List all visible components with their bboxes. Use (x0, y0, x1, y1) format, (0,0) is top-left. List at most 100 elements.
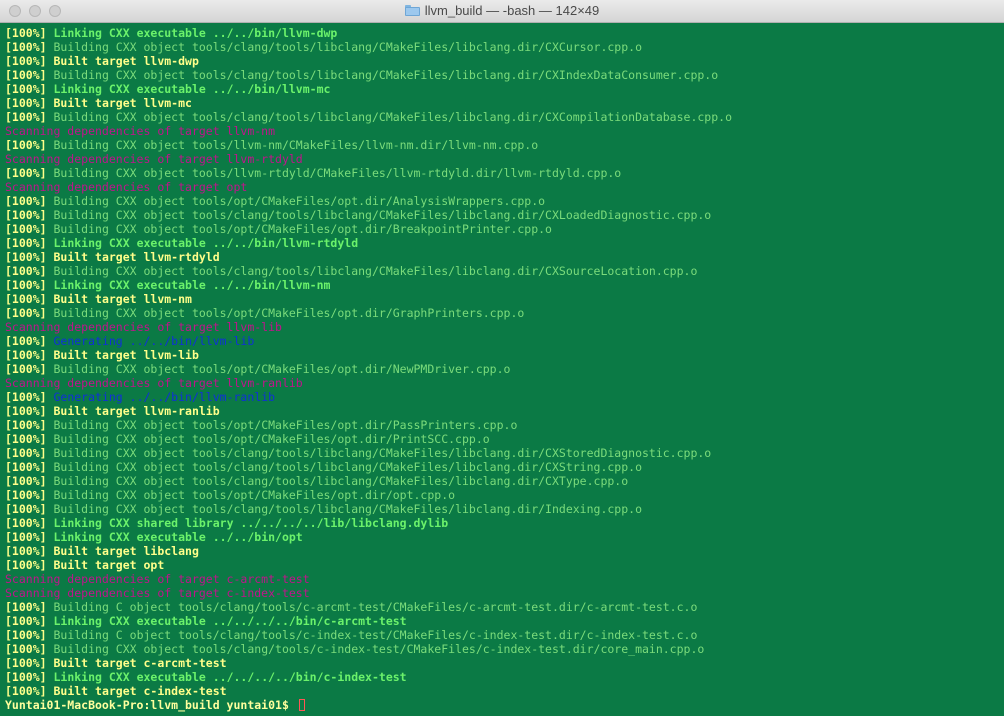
line-text: Building CXX object tools/clang/tools/c-… (53, 642, 705, 656)
progress-prefix: [100%] (5, 348, 47, 362)
progress-prefix: [100%] (5, 222, 47, 236)
progress-prefix: [100%] (5, 460, 47, 474)
progress-prefix: [100%] (5, 684, 47, 698)
progress-prefix: [100%] (5, 138, 47, 152)
line-text: Linking CXX executable ../../bin/llvm-dw… (53, 26, 338, 40)
terminal-line: [100%] Building CXX object tools/opt/CMa… (5, 306, 1004, 320)
terminal-line: [100%] Building CXX object tools/opt/CMa… (5, 362, 1004, 376)
line-text: Building CXX object tools/clang/tools/li… (53, 474, 629, 488)
terminal-line: [100%] Built target llvm-lib (5, 348, 1004, 362)
terminal-line: [100%] Building CXX object tools/clang/t… (5, 460, 1004, 474)
terminal-line: [100%] Generating ../../bin/llvm-lib (5, 334, 1004, 348)
line-text: Building CXX object tools/opt/CMakeFiles… (53, 194, 546, 208)
terminal-line: [100%] Building CXX object tools/clang/t… (5, 110, 1004, 124)
terminal-line: Scanning dependencies of target llvm-nm (5, 124, 1004, 138)
terminal-line: [100%] Built target libclang (5, 544, 1004, 558)
terminal-line: [100%] Building CXX object tools/opt/CMa… (5, 418, 1004, 432)
line-text: Generating ../../bin/llvm-ranlib (53, 390, 276, 404)
terminal-line: [100%] Linking CXX executable ../../bin/… (5, 236, 1004, 250)
terminal-line: [100%] Building CXX object tools/llvm-nm… (5, 138, 1004, 152)
terminal-line: [100%] Building C object tools/clang/too… (5, 628, 1004, 642)
terminal-line: [100%] Building CXX object tools/clang/t… (5, 68, 1004, 82)
line-text: Built target c-arcmt-test (53, 656, 227, 670)
progress-prefix: [100%] (5, 544, 47, 558)
terminal-line: [100%] Building CXX object tools/clang/t… (5, 446, 1004, 460)
progress-prefix: [100%] (5, 446, 47, 460)
line-text: Linking CXX executable ../../../../bin/c… (53, 614, 407, 628)
line-text: Building CXX object tools/clang/tools/li… (53, 40, 642, 54)
terminal-line: Scanning dependencies of target c-arcmt-… (5, 572, 1004, 586)
line-text: Building C object tools/clang/tools/c-ar… (53, 600, 698, 614)
line-text: Building CXX object tools/opt/CMakeFiles… (53, 306, 525, 320)
terminal-line: [100%] Linking CXX executable ../../../.… (5, 670, 1004, 684)
terminal-line: [100%] Building CXX object tools/opt/CMa… (5, 222, 1004, 236)
line-text: Building C object tools/clang/tools/c-in… (53, 628, 698, 642)
terminal-line: [100%] Built target llvm-nm (5, 292, 1004, 306)
line-text: Building CXX object tools/clang/tools/li… (53, 502, 642, 516)
line-text: Building CXX object tools/clang/tools/li… (53, 68, 719, 82)
line-text: Generating ../../bin/llvm-lib (53, 334, 255, 348)
terminal-line: [100%] Building CXX object tools/opt/CMa… (5, 194, 1004, 208)
progress-prefix: [100%] (5, 390, 47, 404)
progress-prefix: [100%] (5, 82, 47, 96)
terminal-line: [100%] Linking CXX executable ../../bin/… (5, 278, 1004, 292)
progress-prefix: [100%] (5, 530, 47, 544)
terminal-line: [100%] Building CXX object tools/clang/t… (5, 642, 1004, 656)
terminal-line: [100%] Building CXX object tools/clang/t… (5, 208, 1004, 222)
terminal-line: [100%] Building C object tools/clang/too… (5, 600, 1004, 614)
terminal-line: [100%] Built target c-arcmt-test (5, 656, 1004, 670)
line-text: Linking CXX executable ../../bin/llvm-rt… (53, 236, 359, 250)
terminal-line: Scanning dependencies of target llvm-lib (5, 320, 1004, 334)
progress-prefix: [100%] (5, 306, 47, 320)
line-text: Built target llvm-ranlib (53, 404, 220, 418)
line-text: Scanning dependencies of target llvm-ran… (5, 376, 303, 390)
window-title: llvm_build — -bash — 142×49 (0, 3, 1004, 18)
progress-prefix: [100%] (5, 516, 47, 530)
prompt-line[interactable]: Yuntai01-MacBook-Pro:llvm_build yuntai01… (5, 698, 1004, 712)
line-text: Built target opt (53, 558, 165, 572)
line-text: Building CXX object tools/opt/CMakeFiles… (53, 488, 456, 502)
line-text: Built target llvm-lib (53, 348, 199, 362)
progress-prefix: [100%] (5, 264, 47, 278)
title-bar[interactable]: llvm_build — -bash — 142×49 (0, 0, 1004, 23)
line-text: Building CXX object tools/opt/CMakeFiles… (53, 418, 518, 432)
terminal-output[interactable]: [100%] Linking CXX executable ../../bin/… (5, 26, 1004, 716)
progress-prefix: [100%] (5, 474, 47, 488)
terminal-line: Scanning dependencies of target llvm-rtd… (5, 152, 1004, 166)
line-text: Building CXX object tools/llvm-nm/CMakeF… (53, 138, 539, 152)
line-text: Building CXX object tools/clang/tools/li… (53, 460, 642, 474)
line-text: Linking CXX executable ../../../../bin/c… (53, 670, 407, 684)
progress-prefix: [100%] (5, 40, 47, 54)
terminal-line: [100%] Linking CXX executable ../../bin/… (5, 26, 1004, 40)
terminal-line: [100%] Built target llvm-mc (5, 96, 1004, 110)
progress-prefix: [100%] (5, 334, 47, 348)
terminal-line: [100%] Building CXX object tools/clang/t… (5, 40, 1004, 54)
line-text: Built target c-index-test (53, 684, 227, 698)
line-text: Linking CXX shared library ../../../../l… (53, 516, 449, 530)
terminal-line: [100%] Linking CXX executable ../../bin/… (5, 82, 1004, 96)
progress-prefix: [100%] (5, 628, 47, 642)
progress-prefix: [100%] (5, 250, 47, 264)
progress-prefix: [100%] (5, 166, 47, 180)
progress-prefix: [100%] (5, 488, 47, 502)
line-text: Building CXX object tools/clang/tools/li… (53, 110, 732, 124)
progress-prefix: [100%] (5, 642, 47, 656)
line-text: Building CXX object tools/clang/tools/li… (53, 446, 712, 460)
folder-icon (404, 5, 420, 16)
progress-prefix: [100%] (5, 194, 47, 208)
line-text: Scanning dependencies of target c-arcmt-… (5, 572, 310, 586)
line-text: Scanning dependencies of target opt (5, 180, 248, 194)
terminal-line: [100%] Built target llvm-dwp (5, 54, 1004, 68)
terminal-line: [100%] Building CXX object tools/llvm-rt… (5, 166, 1004, 180)
progress-prefix: [100%] (5, 96, 47, 110)
line-text: Linking CXX executable ../../bin/llvm-nm (53, 278, 331, 292)
progress-prefix: [100%] (5, 362, 47, 376)
progress-prefix: [100%] (5, 432, 47, 446)
terminal-line: Scanning dependencies of target llvm-ran… (5, 376, 1004, 390)
line-text: Scanning dependencies of target c-index-… (5, 586, 310, 600)
terminal-line: [100%] Linking CXX executable ../../../.… (5, 614, 1004, 628)
terminal-line: [100%] Generating ../../bin/llvm-ranlib (5, 390, 1004, 404)
progress-prefix: [100%] (5, 600, 47, 614)
progress-prefix: [100%] (5, 614, 47, 628)
progress-prefix: [100%] (5, 292, 47, 306)
